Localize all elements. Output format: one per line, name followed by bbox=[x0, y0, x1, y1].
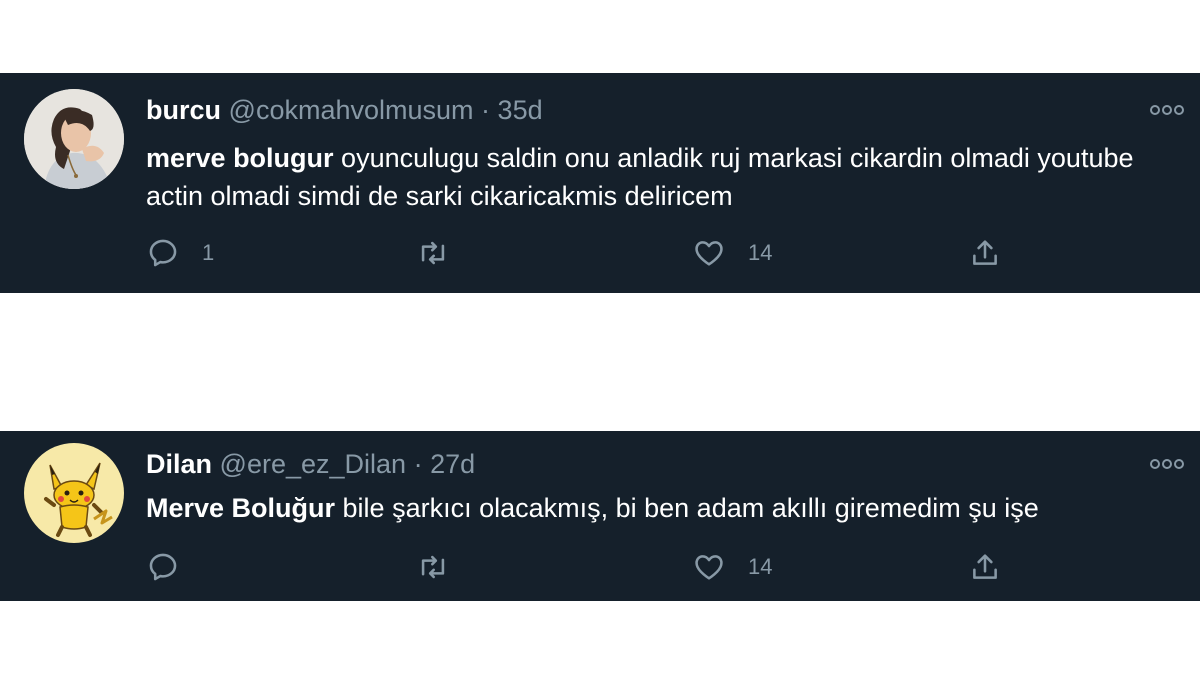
retweet-icon bbox=[421, 241, 445, 265]
more-options-icon[interactable] bbox=[1150, 103, 1184, 115]
tweet-actions: 1 14 bbox=[146, 233, 1026, 273]
tweet-text: Merve Boluğur bile şarkıcı olacakmış, bi… bbox=[146, 489, 1166, 527]
like-button[interactable]: 14 bbox=[692, 547, 772, 587]
reply-button[interactable] bbox=[146, 547, 202, 587]
user-handle[interactable]: @cokmahvolmusum bbox=[229, 95, 474, 125]
tweet-card[interactable]: burcu @cokmahvolmusum · 35d merve bolugu… bbox=[0, 73, 1200, 293]
pikachu-avatar-icon[interactable] bbox=[24, 443, 124, 543]
more-options-icon[interactable] bbox=[1150, 457, 1184, 469]
user-name[interactable]: burcu bbox=[146, 95, 221, 125]
tweet-timestamp[interactable]: 27d bbox=[430, 449, 475, 479]
reply-icon bbox=[149, 239, 177, 267]
photo-avatar-icon[interactable] bbox=[24, 89, 124, 189]
share-icon bbox=[973, 554, 997, 579]
like-count: 14 bbox=[748, 240, 773, 265]
user-name[interactable]: Dilan bbox=[146, 449, 212, 479]
heart-icon bbox=[695, 555, 723, 580]
user-handle[interactable]: @ere_ez_Dilan bbox=[220, 449, 407, 479]
retweet-icon bbox=[421, 555, 445, 579]
tweet-actions: 14 bbox=[146, 547, 1026, 587]
reply-icon bbox=[149, 553, 177, 581]
mention-link[interactable]: Merve Boluğur bbox=[146, 493, 335, 523]
share-button[interactable] bbox=[968, 233, 1002, 273]
retweet-button[interactable] bbox=[416, 233, 472, 273]
mention-link[interactable]: merve bolugur bbox=[146, 143, 334, 173]
share-icon bbox=[973, 240, 997, 265]
share-button[interactable] bbox=[968, 547, 1002, 587]
tweet-card[interactable]: Dilan @ere_ez_Dilan · 27d Merve Boluğur … bbox=[0, 431, 1200, 601]
separator-dot: · bbox=[481, 95, 491, 125]
tweet-header: burcu @cokmahvolmusum · 35d bbox=[146, 93, 543, 127]
like-button[interactable]: 14 bbox=[692, 233, 772, 273]
tweet-text: merve bolugur oyunculugu saldin onu anla… bbox=[146, 139, 1166, 215]
separator-dot: · bbox=[413, 449, 423, 479]
retweet-button[interactable] bbox=[416, 547, 472, 587]
reply-button[interactable]: 1 bbox=[146, 233, 214, 273]
like-count: 14 bbox=[748, 554, 773, 579]
tweet-timestamp[interactable]: 35d bbox=[498, 95, 543, 125]
heart-icon bbox=[695, 241, 723, 266]
tweet-header: Dilan @ere_ez_Dilan · 27d bbox=[146, 447, 475, 481]
tweet-text-body: bile şarkıcı olacakmış, bi ben adam akıl… bbox=[335, 493, 1039, 523]
reply-count: 1 bbox=[202, 240, 215, 265]
